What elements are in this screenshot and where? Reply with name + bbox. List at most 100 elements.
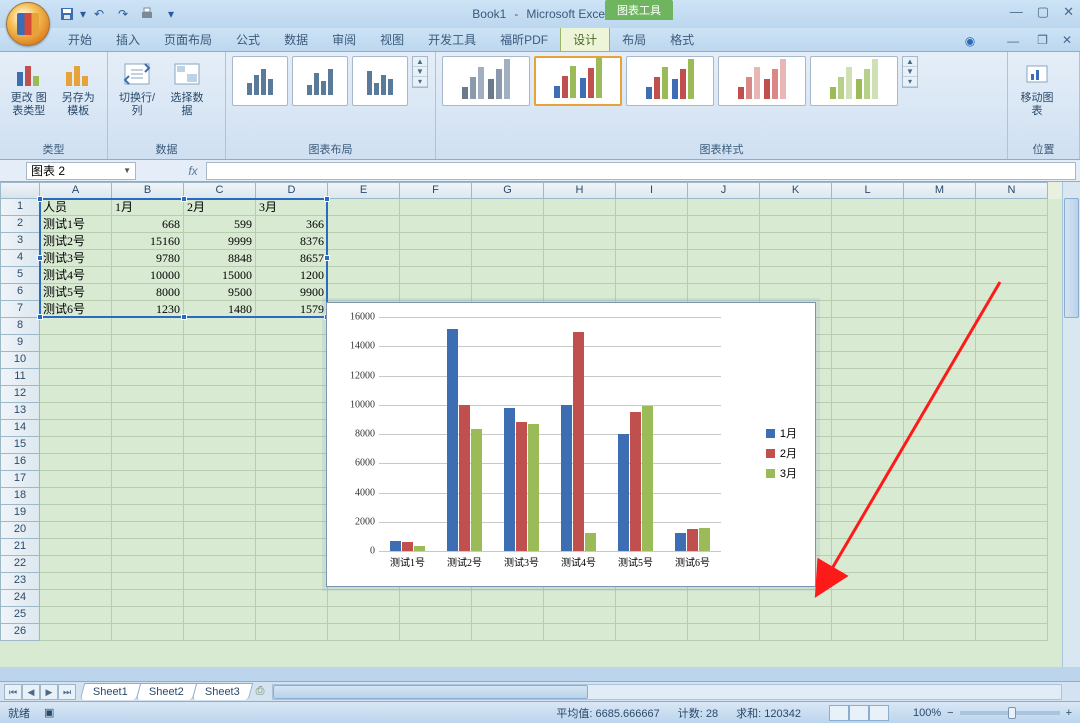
cell[interactable] [544, 233, 616, 250]
cell[interactable] [832, 335, 904, 352]
cell[interactable] [976, 624, 1048, 641]
cell[interactable] [256, 590, 328, 607]
cell[interactable] [256, 386, 328, 403]
cell[interactable] [976, 318, 1048, 335]
cell[interactable] [40, 556, 112, 573]
cell[interactable]: 测试3号 [40, 250, 112, 267]
cell[interactable] [328, 216, 400, 233]
col-header[interactable]: B [112, 182, 184, 199]
cell[interactable] [184, 420, 256, 437]
cell[interactable] [904, 590, 976, 607]
cell[interactable] [832, 607, 904, 624]
cell[interactable] [976, 335, 1048, 352]
sheet-tabs[interactable]: Sheet1Sheet2Sheet3 [82, 683, 250, 700]
cell[interactable]: 测试1号 [40, 216, 112, 233]
name-box[interactable]: 图表 2▼ [26, 162, 136, 180]
cell[interactable] [904, 420, 976, 437]
row-header[interactable]: 2 [0, 216, 40, 233]
row-header[interactable]: 4 [0, 250, 40, 267]
cell[interactable] [112, 573, 184, 590]
col-header[interactable]: C [184, 182, 256, 199]
cell[interactable] [760, 250, 832, 267]
row-header[interactable]: 24 [0, 590, 40, 607]
cell[interactable] [112, 556, 184, 573]
cell[interactable] [184, 505, 256, 522]
cell[interactable] [328, 284, 400, 301]
cell[interactable] [112, 488, 184, 505]
maximize-button[interactable]: ▢ [1037, 4, 1049, 20]
cell[interactable] [832, 386, 904, 403]
cell[interactable] [40, 335, 112, 352]
cell[interactable] [256, 607, 328, 624]
sheet-tab[interactable]: Sheet1 [80, 683, 141, 700]
cell[interactable] [976, 505, 1048, 522]
cell[interactable] [904, 233, 976, 250]
cell[interactable] [472, 199, 544, 216]
office-button[interactable] [6, 2, 50, 46]
view-switcher[interactable] [829, 705, 889, 721]
cell[interactable] [760, 267, 832, 284]
formula-input[interactable] [206, 162, 1076, 180]
cell[interactable] [616, 284, 688, 301]
cell[interactable]: 599 [184, 216, 256, 233]
row-header[interactable]: 8 [0, 318, 40, 335]
cell[interactable] [40, 369, 112, 386]
cell[interactable] [616, 267, 688, 284]
layout-gallery-nav[interactable]: ▲▼▾ [412, 56, 428, 88]
cell[interactable] [760, 624, 832, 641]
row-header[interactable]: 18 [0, 488, 40, 505]
cell[interactable] [760, 199, 832, 216]
row-header[interactable]: 17 [0, 471, 40, 488]
cell[interactable] [832, 437, 904, 454]
cell[interactable] [760, 284, 832, 301]
cell[interactable] [976, 403, 1048, 420]
row-header[interactable]: 6 [0, 284, 40, 301]
col-header[interactable]: A [40, 182, 112, 199]
cell[interactable] [832, 471, 904, 488]
cell[interactable]: 15000 [184, 267, 256, 284]
col-header[interactable]: L [832, 182, 904, 199]
cell[interactable] [616, 216, 688, 233]
cell[interactable]: 测试5号 [40, 284, 112, 301]
cell[interactable] [904, 573, 976, 590]
sheet-tab[interactable]: Sheet2 [136, 683, 197, 700]
cell[interactable] [112, 386, 184, 403]
qat-more-icon[interactable]: ▾ [160, 3, 182, 25]
cell[interactable] [112, 420, 184, 437]
select-all-corner[interactable] [0, 182, 40, 199]
cell[interactable] [616, 199, 688, 216]
cell[interactable] [976, 199, 1048, 216]
undo-icon[interactable]: ↶ [88, 3, 110, 25]
cell[interactable] [256, 403, 328, 420]
cell[interactable] [832, 216, 904, 233]
cell[interactable] [760, 233, 832, 250]
cell[interactable]: 测试2号 [40, 233, 112, 250]
cell[interactable] [904, 369, 976, 386]
row-header[interactable]: 13 [0, 403, 40, 420]
cell[interactable] [400, 199, 472, 216]
cell[interactable] [256, 522, 328, 539]
cell[interactable] [40, 471, 112, 488]
chart-style-gallery[interactable] [442, 56, 898, 106]
cell[interactable] [832, 267, 904, 284]
row-header[interactable]: 22 [0, 556, 40, 573]
cell[interactable] [112, 454, 184, 471]
tab-insert[interactable]: 插入 [104, 27, 152, 51]
cell[interactable] [832, 624, 904, 641]
cell[interactable] [976, 233, 1048, 250]
tab-formulas[interactable]: 公式 [224, 27, 272, 51]
row-header[interactable]: 15 [0, 437, 40, 454]
cell[interactable] [472, 607, 544, 624]
cell[interactable] [400, 590, 472, 607]
worksheet-grid[interactable]: ABCDEFGHIJKLMN 1234567891011121314151617… [0, 182, 1080, 667]
tab-design[interactable]: 设计 [560, 26, 610, 51]
col-header[interactable]: N [976, 182, 1048, 199]
cell[interactable] [544, 199, 616, 216]
cell[interactable] [904, 607, 976, 624]
doc-restore-button[interactable]: ❐ [1031, 29, 1054, 51]
save-as-template-button[interactable]: 另存为 模板 [56, 56, 102, 120]
cell[interactable] [832, 233, 904, 250]
cell[interactable] [616, 624, 688, 641]
cell[interactable] [40, 607, 112, 624]
cell[interactable] [976, 539, 1048, 556]
